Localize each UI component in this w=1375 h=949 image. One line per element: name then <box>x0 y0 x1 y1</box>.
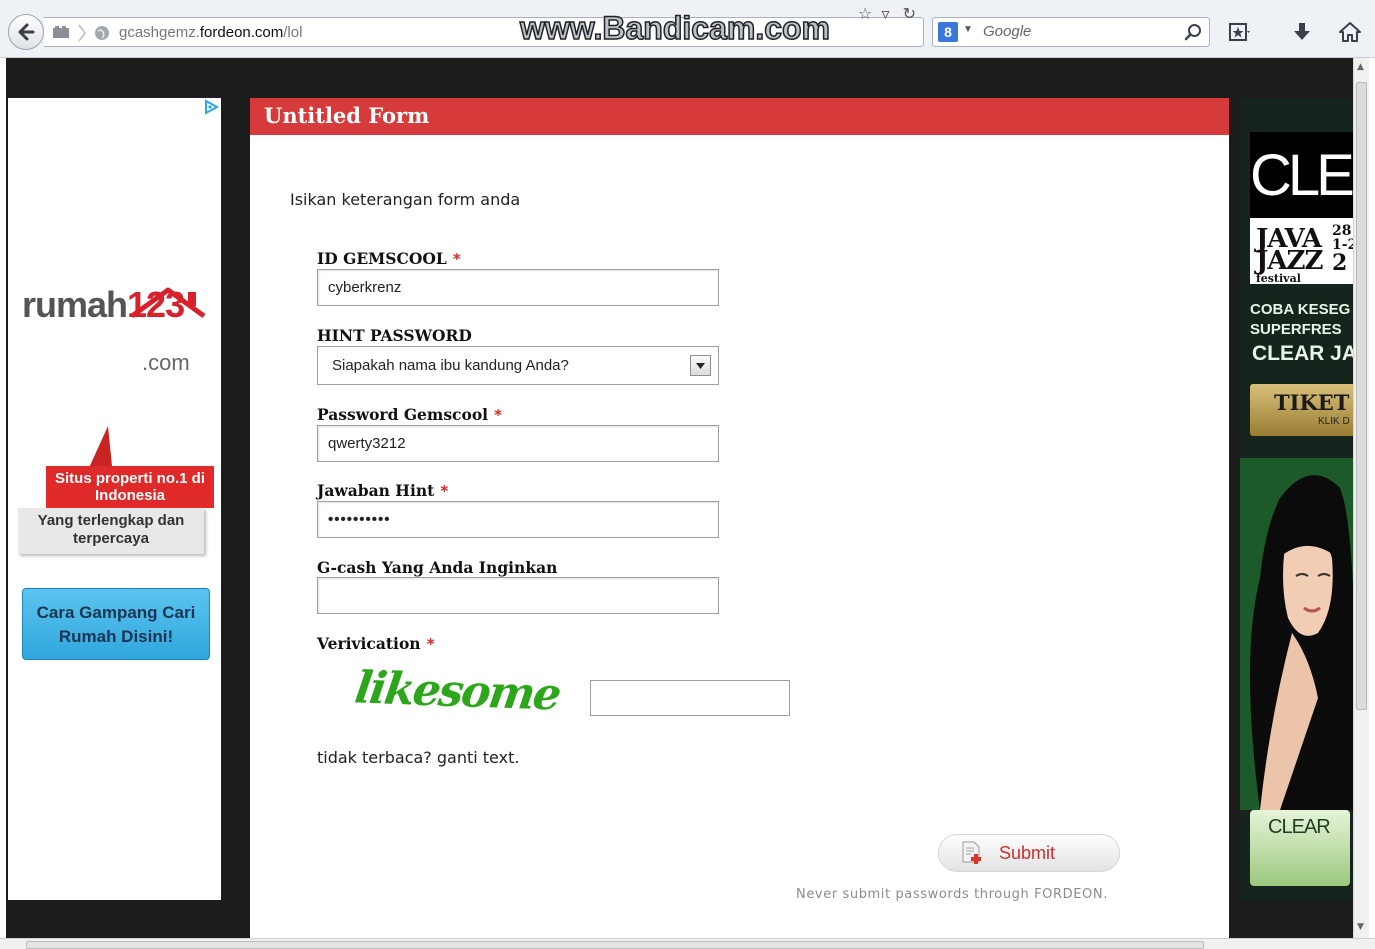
chevron-right-icon <box>78 24 86 42</box>
password-gemscool-label: Password Gemscool * <box>317 405 503 424</box>
ad-tagline-red: Situs properti no.1 di Indonesia <box>46 466 214 508</box>
chevron-down-icon[interactable] <box>690 355 711 376</box>
captcha-refresh-link[interactable]: tidak terbaca? ganti text. <box>317 748 519 767</box>
java-jazz-logo: JAVA JAZZ festival 28 1-2 2 <box>1250 218 1353 285</box>
search-engine-icon[interactable]: 8 <box>938 22 958 42</box>
id-gemscool-input[interactable] <box>317 269 719 306</box>
ad-promo-headline: CLEAR JA <box>1252 342 1353 365</box>
gcash-input[interactable] <box>317 577 719 614</box>
scrollbar-thumb[interactable] <box>26 941 1204 949</box>
submit-label: Submit <box>999 843 1056 863</box>
bookmark-star-icon[interactable]: ☆ <box>858 4 872 23</box>
ad-cta-button[interactable]: Cara Gampang Cari Rumah Disini! <box>22 588 210 660</box>
form-title: Untitled Form <box>264 103 430 128</box>
url-text: gcashgemz.fordeon.com/lol <box>119 24 302 41</box>
url-domain: fordeon.com <box>199 24 284 41</box>
bookmarks-icon[interactable] <box>1226 18 1254 46</box>
password-gemscool-input[interactable] <box>317 425 719 462</box>
ad-tagline-grey: Yang terlengkap dan terpercaya <box>18 508 204 554</box>
url-controls: ☆ ▿ ↻ <box>858 4 916 23</box>
required-marker: * <box>440 482 449 500</box>
gcash-label: G-cash Yang Anda Inginkan <box>317 558 558 577</box>
ad-model-image <box>1240 458 1353 810</box>
required-marker: * <box>452 250 461 268</box>
page-icon <box>53 26 69 38</box>
security-note: Never submit passwords through FORDEON. <box>796 887 1108 902</box>
reload-icon[interactable]: ↻ <box>903 4 916 23</box>
captcha-image: likesome <box>351 662 563 721</box>
globe-icon <box>95 26 109 40</box>
url-host: gcashgemz. <box>119 24 200 41</box>
form-header: Untitled Form <box>250 98 1229 135</box>
right-ad-banner[interactable]: CLE JAVA JAZZ festival 28 1-2 2 COBA KESEG… <box>1240 98 1353 900</box>
submit-button[interactable]: Submit <box>938 834 1120 872</box>
back-button[interactable] <box>8 14 44 50</box>
verification-label: Verivication * <box>317 634 435 653</box>
document-add-icon <box>962 841 981 864</box>
bandicam-watermark: www.Bandicam.com <box>519 9 831 47</box>
left-ad-banner[interactable]: rumah123 .com Situs properti no.1 di Ind… <box>8 98 221 900</box>
dropdown-arrow-icon[interactable]: ▿ <box>881 4 889 23</box>
hint-password-label: HINT PASSWORD <box>317 326 472 345</box>
scroll-down-icon[interactable]: ▼ <box>1357 922 1364 932</box>
vertical-scrollbar[interactable]: ▲ ▼ <box>1353 58 1369 938</box>
required-marker: * <box>494 406 503 424</box>
home-icon[interactable] <box>1336 18 1364 46</box>
scroll-up-icon[interactable]: ▲ <box>1357 62 1364 72</box>
arrow-left-icon <box>18 23 35 41</box>
hint-password-selected: Siapakah nama ibu kandung Anda? <box>332 357 569 374</box>
browser-toolbar: gcashgemz.fordeon.com/lol www.Bandicam.c… <box>0 0 1375 58</box>
toolbar-icons <box>1226 18 1366 46</box>
chevron-down-icon[interactable]: ▼ <box>963 24 973 35</box>
adchoices-icon[interactable] <box>202 98 220 116</box>
page-viewport: rumah123 .com Situs properti no.1 di Ind… <box>6 58 1353 938</box>
ad-promo-text: COBA KESEG SUPERFRES <box>1250 301 1351 338</box>
form-container: Untitled Form Isikan keterangan form and… <box>250 98 1229 938</box>
house-roof-icon <box>130 287 206 319</box>
id-gemscool-label: ID GEMSCOOL * <box>317 249 461 268</box>
required-marker: * <box>426 635 435 653</box>
rumah123-com: .com <box>142 350 190 375</box>
ad-brand-text: CLE <box>1250 143 1353 208</box>
search-icon[interactable] <box>1183 22 1203 42</box>
form-description: Isikan keterangan form anda <box>290 190 521 209</box>
horizontal-scrollbar[interactable] <box>0 938 1375 949</box>
download-icon[interactable] <box>1288 18 1316 46</box>
ad-product-image: CLEAR <box>1250 810 1350 886</box>
ad-ticket-button[interactable]: TIKET G KLIK D <box>1250 384 1353 436</box>
captcha-input[interactable] <box>590 680 790 716</box>
jawaban-hint-label: Jawaban Hint * <box>317 481 449 500</box>
scrollbar-thumb[interactable] <box>1356 82 1367 710</box>
jawaban-hint-input[interactable] <box>317 501 719 538</box>
search-placeholder: Google <box>983 23 1032 40</box>
url-path: /lol <box>283 24 303 41</box>
search-bar[interactable]: 8 ▼ Google <box>932 17 1210 47</box>
hint-password-select[interactable]: Siapakah nama ibu kandung Anda? <box>317 346 719 385</box>
